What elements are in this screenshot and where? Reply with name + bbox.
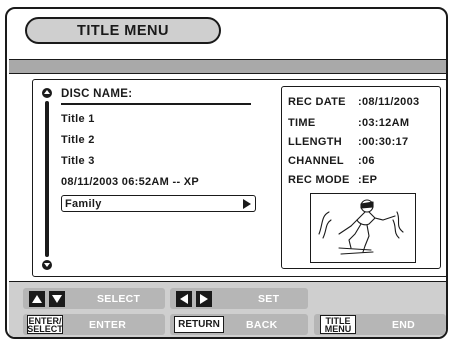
rec-mode-row: REC MODE :EP bbox=[288, 174, 377, 186]
scroll-track[interactable] bbox=[45, 101, 49, 257]
title-menu-window: TITLE MENU DISC NAME: Title 1 Title 2 Ti… bbox=[5, 7, 448, 339]
skier-icon bbox=[318, 199, 404, 255]
back-guide: RETURN BACK bbox=[170, 314, 308, 335]
title-item[interactable]: 08/11/2003 06:52AM -- XP bbox=[61, 171, 256, 192]
rec-date-label: REC DATE bbox=[288, 96, 346, 108]
title-item-selected[interactable]: Family bbox=[61, 195, 256, 212]
scroll-up-icon[interactable] bbox=[42, 88, 52, 98]
time-label: TIME bbox=[288, 117, 316, 129]
header-band bbox=[9, 59, 446, 74]
end-label: END bbox=[392, 318, 416, 331]
title-item-label: 08/11/2003 06:52AM -- XP bbox=[61, 175, 200, 188]
recording-info-panel: REC DATE :08/11/2003 TIME :03:12AM LLENGTH… bbox=[281, 86, 441, 269]
arrow-right-key-icon bbox=[196, 290, 212, 307]
title-list: Title 1 Title 2 Title 3 08/11/2003 06:52… bbox=[61, 108, 256, 212]
scroll-down-icon[interactable] bbox=[42, 260, 52, 270]
rec-date-row: REC DATE :08/11/2003 bbox=[288, 96, 419, 108]
enter-guide: ENTER/ SELECT ENTER bbox=[23, 314, 165, 335]
title-item-label: Title 2 bbox=[61, 133, 95, 146]
select-guide: SELECT bbox=[23, 288, 165, 309]
channel-value: :06 bbox=[358, 155, 375, 167]
play-arrow-icon bbox=[243, 198, 251, 209]
title-item[interactable]: Title 3 bbox=[61, 150, 256, 171]
set-guide: SET bbox=[170, 288, 308, 309]
channel-label: CHANNEL bbox=[288, 155, 344, 167]
length-label: LLENGTH bbox=[288, 136, 343, 148]
enter-select-key: ENTER/ SELECT bbox=[27, 315, 63, 334]
title-menu-key: TITLE MENU bbox=[320, 315, 356, 334]
arrow-left-key-icon bbox=[176, 290, 192, 307]
length-row: LLENGTH :00:30:17 bbox=[288, 136, 408, 148]
title-thumbnail bbox=[310, 193, 416, 263]
title-item-label: Family bbox=[65, 197, 102, 210]
disc-name-underline bbox=[61, 103, 251, 105]
length-value: :00:30:17 bbox=[358, 136, 409, 148]
time-value: :03:12AM bbox=[358, 117, 410, 129]
title-item-label: Title 1 bbox=[61, 112, 95, 125]
page-title: TITLE MENU bbox=[77, 22, 169, 39]
end-guide: TITLE MENU END bbox=[314, 314, 446, 335]
select-label: SELECT bbox=[97, 292, 141, 305]
rec-mode-value: :EP bbox=[358, 174, 378, 186]
rec-mode-label: REC MODE bbox=[288, 174, 350, 186]
rec-date-value: :08/11/2003 bbox=[358, 96, 420, 108]
arrow-down-key-icon bbox=[49, 290, 65, 307]
scrollbar[interactable] bbox=[41, 88, 53, 272]
title-item-label: Title 3 bbox=[61, 154, 95, 167]
return-key: RETURN bbox=[174, 316, 224, 333]
main-panel: DISC NAME: Title 1 Title 2 Title 3 08/11… bbox=[32, 79, 446, 277]
channel-row: CHANNEL :06 bbox=[288, 155, 375, 167]
back-label: BACK bbox=[246, 318, 278, 331]
enter-label: ENTER bbox=[89, 318, 127, 331]
title-item[interactable]: Title 2 bbox=[61, 129, 256, 150]
title-menu-header: TITLE MENU bbox=[25, 17, 221, 44]
title-item[interactable]: Title 1 bbox=[61, 108, 256, 129]
set-label: SET bbox=[258, 292, 280, 305]
arrow-up-key-icon bbox=[29, 290, 45, 307]
time-row: TIME :03:12AM bbox=[288, 117, 409, 129]
button-guide: SELECT SET ENTER/ SELECT ENTER RETURN BA… bbox=[9, 281, 446, 337]
disc-name-label: DISC NAME: bbox=[61, 88, 133, 100]
